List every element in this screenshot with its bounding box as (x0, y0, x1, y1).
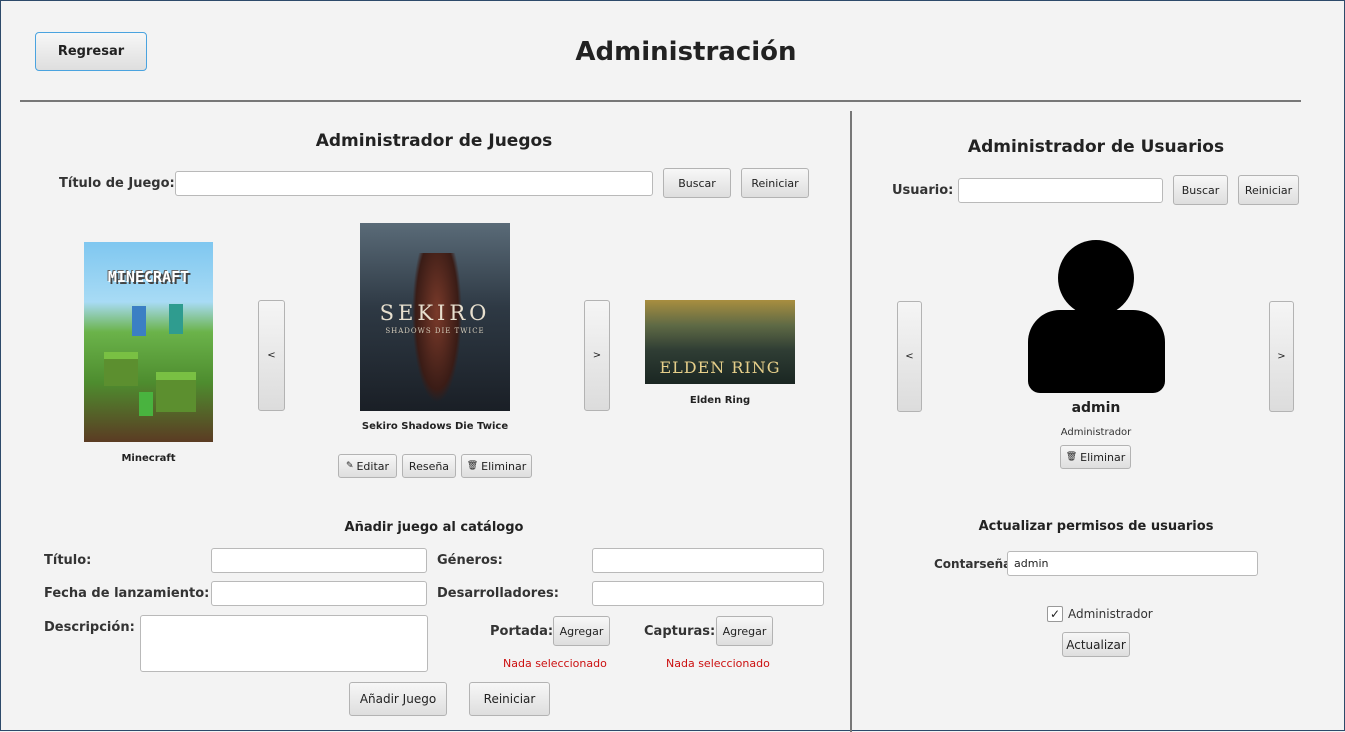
user-search-button[interactable]: Buscar (1173, 175, 1228, 205)
sekiro-caption: Sekiro Shadows Die Twice (361, 421, 509, 432)
description-textarea[interactable] (140, 615, 428, 672)
user-name: admin (1071, 400, 1121, 416)
admin-checkbox[interactable]: ✓ (1047, 606, 1063, 622)
minecraft-character (169, 304, 183, 334)
minecraft-block (156, 372, 196, 412)
screenshots-label: Capturas: (644, 624, 716, 639)
developers-label: Desarrolladores: (437, 586, 559, 601)
edit-icon: ✎ (345, 461, 354, 471)
genres-input[interactable] (592, 548, 824, 573)
add-game-reset-button[interactable]: Reiniciar (469, 682, 550, 716)
permissions-title: Actualizar permisos de usuarios (978, 519, 1214, 534)
developers-input[interactable] (592, 581, 824, 606)
trash-icon: 🗑 (1065, 452, 1078, 462)
add-game-title: Añadir juego al catálogo (344, 520, 524, 535)
sekiro-logo: SEKIRO (379, 301, 491, 325)
game-title-label: Título: (44, 553, 92, 568)
game-search-button[interactable]: Buscar (663, 168, 731, 198)
add-cover-button[interactable]: Agregar (553, 616, 610, 646)
users-prev-button[interactable]: < (897, 301, 922, 412)
page-title: Administración (575, 37, 797, 67)
description-label: Descripción: (44, 620, 135, 635)
user-search-input[interactable] (958, 178, 1163, 203)
panel-divider (850, 111, 852, 732)
games-prev-button[interactable]: < (258, 300, 285, 411)
minecraft-logo: MINECRAFT (107, 268, 190, 286)
edit-game-button[interactable]: ✎ Editar (338, 454, 397, 478)
add-screenshots-button[interactable]: Agregar (716, 616, 773, 646)
release-date-label: Fecha de lanzamiento: (44, 586, 210, 601)
avatar-body (1028, 310, 1165, 393)
edit-game-label: Editar (356, 459, 390, 473)
genres-label: Géneros: (437, 553, 503, 568)
minecraft-cover[interactable]: MINECRAFT (84, 242, 213, 442)
game-search-label: Título de Juego: (59, 176, 175, 191)
header-divider (20, 100, 1301, 102)
user-reset-button[interactable]: Reiniciar (1238, 175, 1299, 205)
admin-checkbox-label: Administrador (1068, 607, 1153, 621)
games-section-title: Administrador de Juegos (315, 131, 553, 151)
add-game-submit-button[interactable]: Añadir Juego (349, 682, 447, 716)
delete-user-label: Eliminar (1080, 450, 1126, 464)
game-title-input[interactable] (211, 548, 427, 573)
elden-ring-cover[interactable]: ELDEN RING (645, 300, 795, 384)
minecraft-caption: Minecraft (121, 453, 176, 464)
release-date-input[interactable] (211, 581, 427, 606)
minecraft-creeper (139, 392, 153, 416)
elden-ring-logo: ELDEN RING (659, 358, 781, 377)
trash-icon: 🗑 (466, 461, 479, 471)
sekiro-cover[interactable]: SEKIRO SHADOWS DIE TWICE (360, 223, 510, 411)
review-game-button[interactable]: Reseña (402, 454, 456, 478)
game-search-input[interactable] (175, 171, 653, 196)
games-next-button[interactable]: > (584, 300, 610, 411)
delete-game-button[interactable]: 🗑 Eliminar (461, 454, 532, 478)
user-role: Administrador (1060, 427, 1132, 438)
cover-label: Portada: (490, 624, 554, 639)
users-section-title: Administrador de Usuarios (967, 137, 1225, 157)
cover-status: Nada seleccionado (503, 657, 607, 670)
password-input[interactable]: admin (1007, 551, 1258, 576)
sekiro-subtitle: SHADOWS DIE TWICE (385, 327, 485, 335)
delete-user-button[interactable]: 🗑 Eliminar (1060, 445, 1131, 469)
user-search-label: Usuario: (892, 183, 954, 198)
user-avatar-icon (1028, 240, 1165, 393)
minecraft-block (104, 352, 138, 386)
update-permissions-button[interactable]: Actualizar (1062, 632, 1130, 657)
elden-ring-caption: Elden Ring (689, 395, 751, 406)
game-reset-button[interactable]: Reiniciar (741, 168, 809, 198)
avatar-head (1058, 240, 1134, 316)
screenshots-status: Nada seleccionado (666, 657, 770, 670)
users-next-button[interactable]: > (1269, 301, 1294, 412)
delete-game-label: Eliminar (481, 459, 527, 473)
password-label: Contarseña: (934, 557, 1017, 571)
minecraft-character (132, 306, 146, 336)
